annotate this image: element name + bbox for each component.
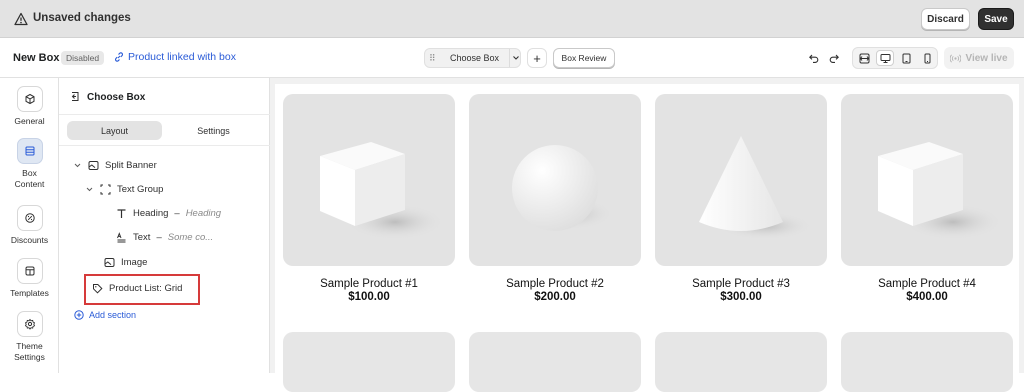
product-price: $200.00 bbox=[534, 291, 576, 303]
rail-label: Templates bbox=[10, 288, 49, 298]
product-name: Sample Product #3 bbox=[692, 278, 790, 290]
tree-value: Heading bbox=[185, 207, 222, 219]
rail-item-discounts[interactable]: Discounts bbox=[0, 205, 59, 246]
product-image bbox=[283, 94, 455, 266]
structure-panel: Choose Box Layout Settings bbox=[59, 78, 270, 373]
product-card[interactable]: Sample Product #2 $200.00 bbox=[469, 94, 641, 303]
rail-item-general[interactable]: General bbox=[0, 86, 59, 127]
panel-header: Choose Box bbox=[59, 78, 270, 114]
rail-label: General bbox=[14, 116, 45, 126]
desktop-view-icon[interactable] bbox=[876, 50, 894, 66]
chevron-down-icon[interactable] bbox=[73, 161, 82, 170]
product-grid: Sample Product #1 $100.00 Sample Product… bbox=[275, 84, 1019, 392]
rail-item-templates[interactable]: Templates bbox=[0, 258, 59, 299]
selection-highlight bbox=[84, 274, 200, 305]
product-image bbox=[469, 94, 641, 266]
plus-circle-icon bbox=[74, 310, 84, 320]
product-link-label: Product linked with box bbox=[128, 51, 236, 63]
layout-icon bbox=[16, 138, 43, 164]
tree-label: Heading bbox=[133, 207, 169, 219]
product-price: $300.00 bbox=[720, 291, 762, 303]
add-section-label: Add section bbox=[89, 310, 137, 320]
rail-label: Discounts bbox=[10, 235, 49, 245]
tree-item-heading[interactable]: Heading – Heading bbox=[116, 204, 221, 222]
gear-icon bbox=[16, 311, 43, 337]
cube-icon bbox=[16, 86, 43, 112]
product-price: $100.00 bbox=[348, 291, 390, 303]
status-badge: Disabled bbox=[61, 51, 105, 65]
tablet-view-icon[interactable] bbox=[897, 50, 915, 66]
panel-tabs: Layout Settings bbox=[59, 114, 270, 146]
product-card[interactable]: Sample Product #1 $100.00 bbox=[283, 94, 455, 303]
product-price: $400.00 bbox=[906, 291, 948, 303]
product-image bbox=[841, 94, 1013, 266]
group-icon bbox=[100, 184, 111, 194]
product-image bbox=[655, 94, 827, 266]
box-name: New Box bbox=[13, 52, 60, 64]
product-card[interactable]: Sample Product #3 $300.00 bbox=[655, 94, 827, 303]
mobile-view-icon[interactable] bbox=[918, 50, 936, 66]
chevron-down-icon[interactable] bbox=[511, 51, 521, 65]
paragraph-icon bbox=[117, 231, 126, 242]
device-preview-toggle bbox=[852, 47, 938, 69]
panel-title: Choose Box bbox=[87, 92, 146, 103]
product-card-partial[interactable] bbox=[655, 332, 827, 392]
text-type-icon bbox=[117, 208, 126, 218]
choose-box-label: Choose Box bbox=[450, 53, 500, 63]
product-card[interactable]: Sample Product #4 $400.00 bbox=[841, 94, 1013, 303]
tree-label: Split Banner bbox=[105, 159, 157, 171]
tab-layout[interactable]: Layout bbox=[67, 121, 162, 140]
rail-label: Box Content bbox=[14, 168, 45, 189]
unsaved-title: Unsaved changes bbox=[33, 12, 131, 24]
back-icon[interactable] bbox=[69, 91, 80, 102]
redo-icon[interactable] bbox=[828, 52, 840, 64]
broadcast-icon bbox=[950, 53, 962, 63]
tree-label: Text Group bbox=[117, 183, 164, 195]
tree-separator: – bbox=[156, 231, 162, 243]
choose-box-select[interactable]: ⠿ Choose Box bbox=[424, 48, 521, 68]
warning-icon bbox=[14, 12, 28, 26]
product-name: Sample Product #2 bbox=[506, 278, 604, 290]
undo-icon[interactable] bbox=[808, 52, 820, 64]
template-icon bbox=[16, 258, 43, 284]
box-review-button[interactable]: Box Review bbox=[553, 48, 615, 68]
save-button[interactable]: Save bbox=[978, 8, 1014, 30]
view-live-label: View live bbox=[965, 52, 1008, 64]
add-box-button[interactable]: + bbox=[527, 48, 547, 68]
product-card-partial[interactable] bbox=[469, 332, 641, 392]
unsaved-changes-bar: Unsaved changes Discard Save bbox=[0, 0, 1024, 38]
product-card-partial[interactable] bbox=[841, 332, 1013, 392]
product-name: Sample Product #4 bbox=[878, 278, 976, 290]
discount-icon bbox=[16, 205, 43, 231]
chevron-down-icon[interactable] bbox=[85, 185, 94, 194]
view-live-button[interactable]: View live bbox=[944, 47, 1014, 69]
tree-label: Image bbox=[121, 256, 148, 268]
discard-button[interactable]: Discard bbox=[921, 8, 970, 30]
tree-separator: – bbox=[174, 207, 180, 219]
preview-canvas: Sample Product #1 $100.00 Sample Product… bbox=[270, 78, 1024, 392]
tree-label: Text bbox=[133, 231, 151, 243]
rail-item-theme-settings[interactable]: Theme Settings bbox=[0, 311, 59, 363]
rail-label: Theme Settings bbox=[14, 341, 45, 362]
tree-item-text-group[interactable]: Text Group bbox=[85, 180, 163, 198]
rail-item-box-content[interactable]: Box Content bbox=[0, 138, 59, 190]
tab-settings[interactable]: Settings bbox=[166, 121, 261, 140]
drag-handle-icon[interactable]: ⠿ bbox=[429, 53, 436, 64]
tree-item-text[interactable]: Text – Some co... bbox=[116, 228, 213, 246]
editor-toolbar: New Box Disabled Product linked with box… bbox=[0, 38, 1024, 78]
product-link[interactable]: Product linked with box bbox=[114, 51, 236, 63]
link-icon bbox=[115, 52, 123, 62]
tree-item-image[interactable]: Image bbox=[104, 253, 147, 271]
image-section-icon bbox=[88, 160, 99, 170]
tree-item-split-banner[interactable]: Split Banner bbox=[73, 156, 157, 174]
add-section-button[interactable]: Add section bbox=[74, 310, 136, 320]
product-card-partial[interactable] bbox=[283, 332, 455, 392]
product-name: Sample Product #1 bbox=[320, 278, 418, 290]
image-icon bbox=[104, 257, 115, 267]
tree-value: Some co... bbox=[167, 231, 214, 243]
left-nav-rail: General Box Content Discounts Templates … bbox=[0, 78, 59, 373]
fullwidth-view-icon[interactable] bbox=[855, 50, 873, 66]
